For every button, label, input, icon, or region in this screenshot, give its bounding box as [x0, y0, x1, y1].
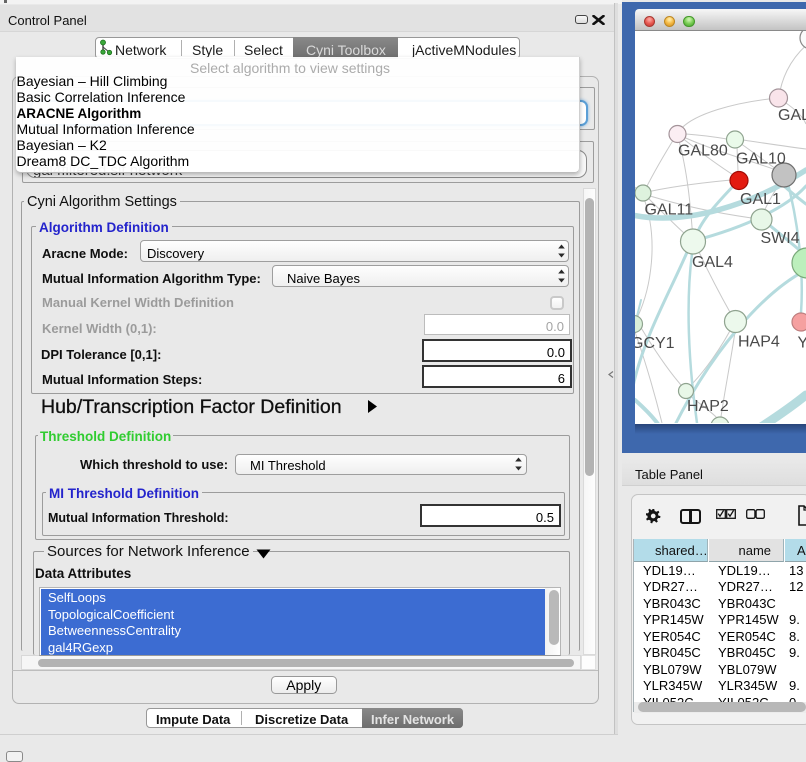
svg-text:YE: YE [798, 335, 806, 352]
svg-text:HAP4: HAP4 [738, 334, 780, 351]
svg-text:GAL4: GAL4 [692, 254, 733, 271]
svg-text:GAL2: GAL2 [778, 107, 806, 124]
svg-text:HAP2: HAP2 [687, 398, 729, 415]
svg-text:GAL10: GAL10 [736, 151, 786, 168]
svg-text:GAL80: GAL80 [678, 143, 728, 160]
svg-text:GAL11: GAL11 [645, 202, 694, 219]
svg-text:GCY1: GCY1 [635, 335, 675, 352]
svg-text:SWI4: SWI4 [761, 230, 800, 247]
svg-text:GAL1: GAL1 [740, 191, 781, 208]
